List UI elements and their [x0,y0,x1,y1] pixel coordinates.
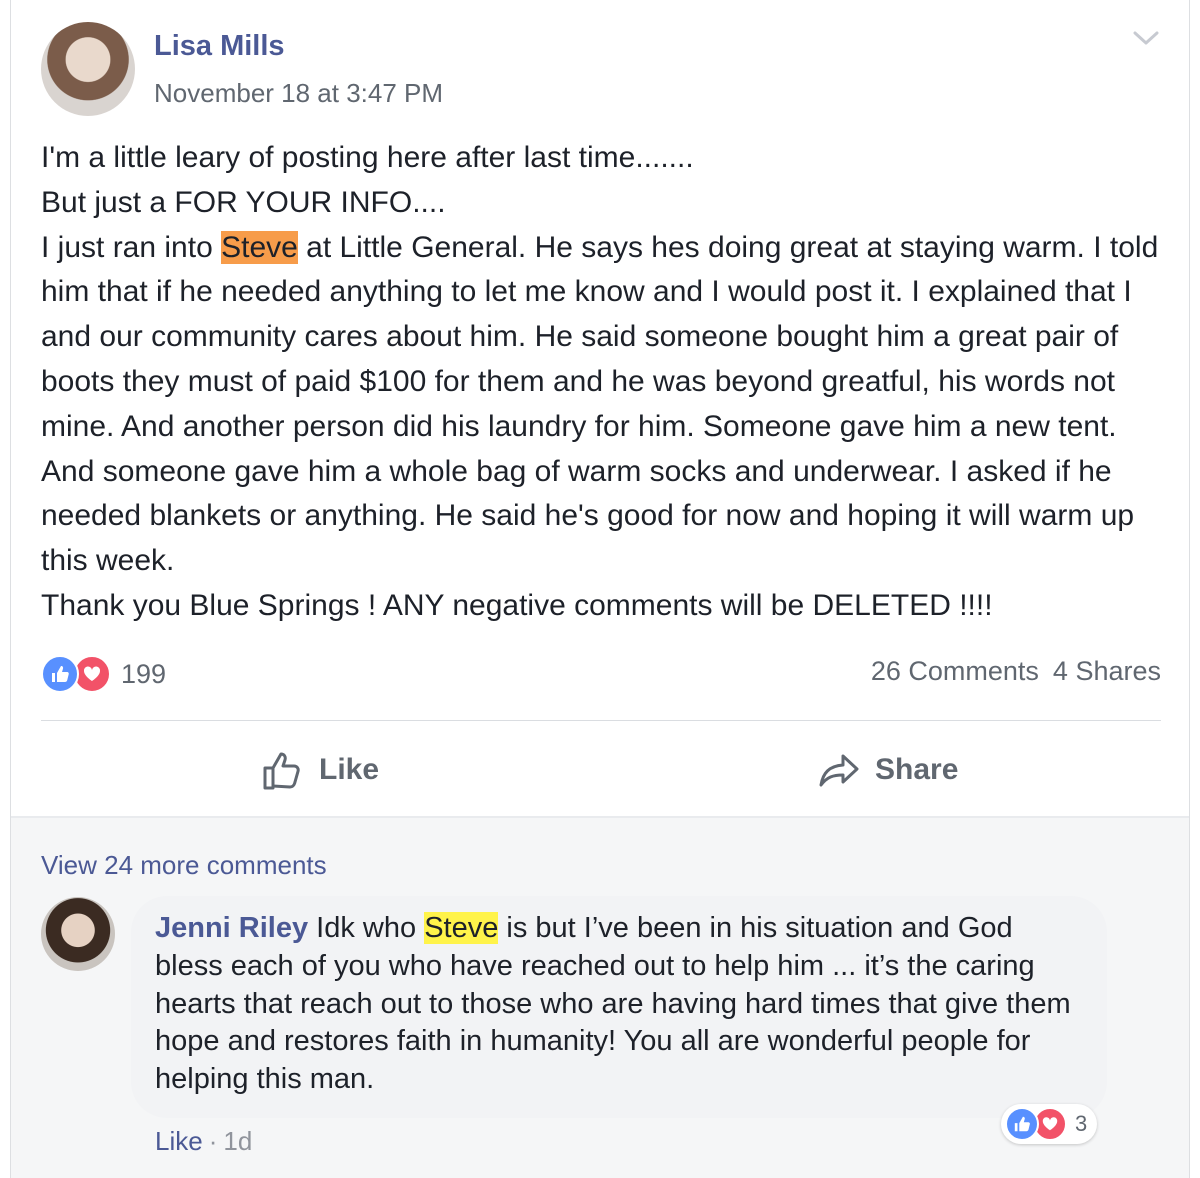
share-arrow-icon [819,754,859,787]
author-name[interactable]: Lisa Mills [154,30,285,63]
separator-dot: · [208,1126,218,1156]
comment-like-button[interactable]: Like [155,1126,203,1156]
author-avatar[interactable] [41,22,135,116]
thumbs-up-icon [263,752,300,790]
comment-text-segment: Idk who [308,912,425,944]
shares-count[interactable]: 4 Shares [1053,656,1161,686]
post-timestamp[interactable]: November 18 at 3:47 PM [154,78,443,109]
share-button[interactable]: Share [817,742,958,798]
reaction-count: 199 [121,658,167,689]
divider [41,720,1161,721]
post-text-segment: I just ran into [41,230,222,264]
view-more-comments-link[interactable]: View 24 more comments [41,850,327,881]
post-text-segment: at Little General. He says hes doing gre… [41,230,1159,578]
post-line: But just a FOR YOUR INFO.... [41,185,446,219]
highlighted-name: Steve [221,230,298,264]
commenter-name[interactable]: Jenni Riley [155,912,308,944]
comments-count[interactable]: 26 Comments [871,656,1039,686]
share-label: Share [875,753,959,786]
highlighted-name: Steve [424,912,499,944]
post-line: Thank you Blue Springs ! ANY negative co… [41,588,993,622]
comment-actions: Like · 1d [155,1126,252,1157]
like-reaction-icon [41,655,79,693]
chevron-down-icon[interactable] [1131,28,1161,48]
comment-reactions[interactable]: 3 [1001,1104,1098,1144]
post-text: I'm a little leary of posting here after… [41,136,1171,629]
post-paragraph: I just ran into Steve at Little General.… [41,226,1171,584]
reactions-summary[interactable]: 199 [41,654,166,694]
post-stats: 26 Comments 4 Shares [857,656,1161,687]
comment-bubble: Jenni Riley Idk who Steve is but I’ve be… [131,896,1107,1118]
post-line: I'm a little leary of posting here after… [41,141,694,174]
comment-age[interactable]: 1d [223,1126,252,1156]
commenter-avatar[interactable] [41,897,115,971]
like-label: Like [319,753,380,786]
post-card: Lisa Mills November 18 at 3:47 PM I'm a … [10,0,1190,1178]
comment-reaction-count: 3 [1075,1111,1088,1136]
like-reaction-icon [1005,1107,1039,1141]
like-button[interactable]: Like [261,742,379,798]
